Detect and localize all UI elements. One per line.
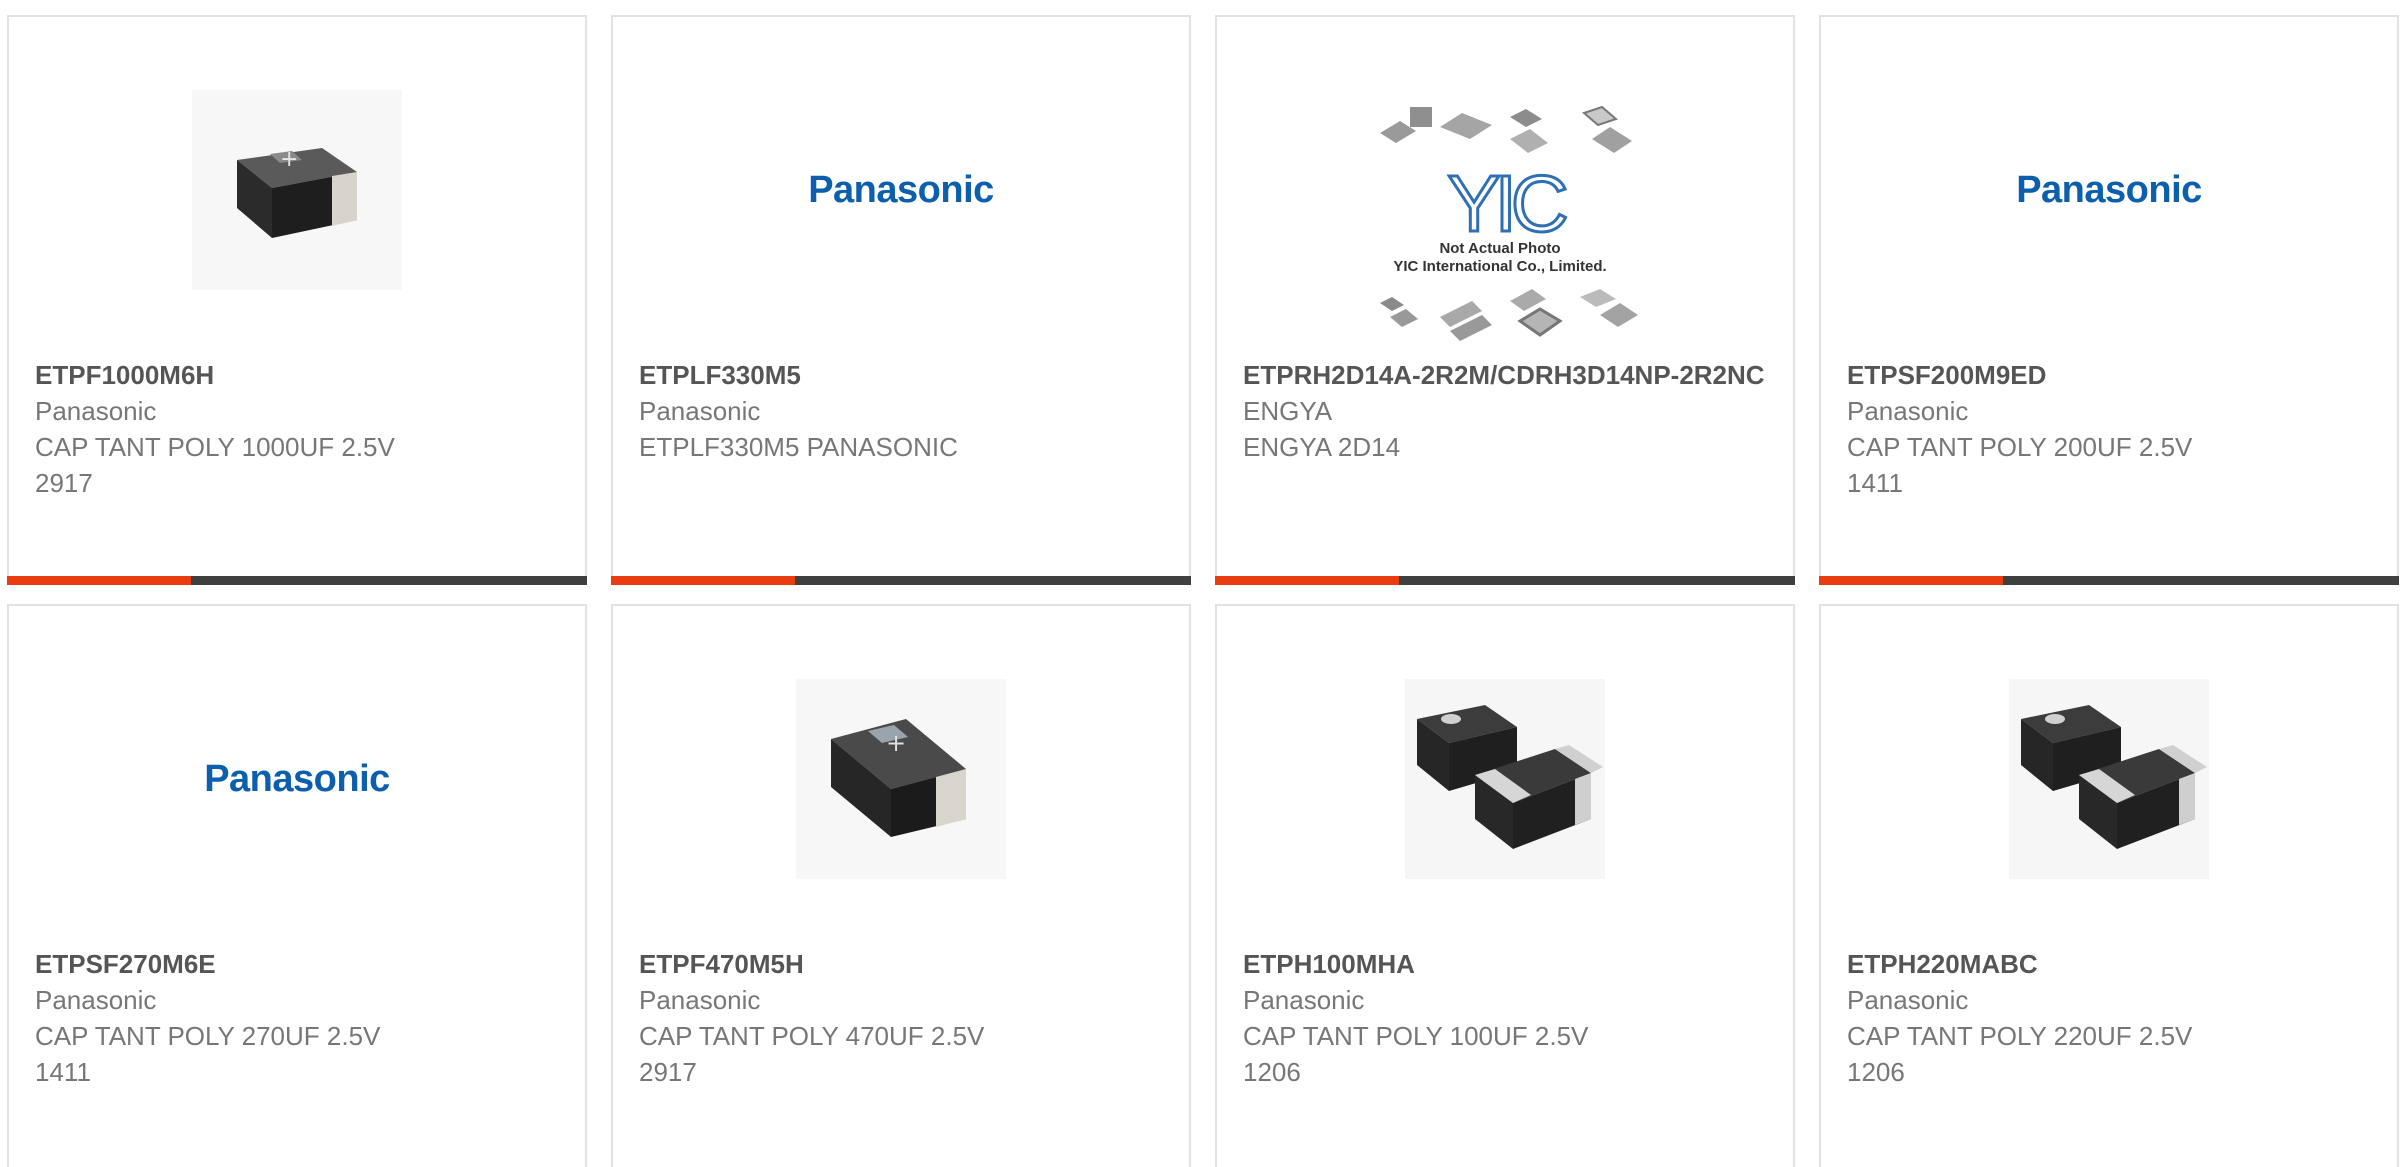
package: 2917 — [35, 468, 93, 498]
package: 1411 — [1847, 468, 1903, 498]
description: ENGYA 2D14 — [1243, 432, 1401, 462]
product-card[interactable]: Panasonic ETPSF200M9ED Panasonic CAP TAN… — [1819, 15, 2399, 585]
panasonic-logo: Panasonic — [2016, 168, 2202, 211]
description: CAP TANT POLY 1000UF 2.5V — [35, 432, 395, 462]
part-number[interactable]: ETPRH2D14A-2R2M/CDRH3D14NP-2R2NC — [1243, 357, 1773, 393]
product-card[interactable]: ETPH100MHA Panasonic CAP TANT POLY 100UF… — [1215, 604, 1795, 1167]
card-footer-bar — [7, 576, 587, 585]
product-card[interactable]: + ETPF1000M6H Panasonic CAP TANT POLY 10… — [7, 15, 587, 585]
manufacturer: Panasonic — [639, 396, 761, 426]
package: 1411 — [35, 1057, 91, 1087]
product-info: ETPH220MABC Panasonic CAP TANT POLY 220U… — [1847, 946, 2377, 1090]
not-actual-photo-icon: YIC Not Actual Photo YIC International C… — [1380, 105, 1638, 341]
part-number[interactable]: ETPSF200M9ED — [1847, 357, 2377, 393]
card-footer-accent — [1819, 576, 2003, 585]
product-info: ETPLF330M5 Panasonic ETPLF330M5 PANASONI… — [639, 357, 1169, 465]
part-number[interactable]: ETPH100MHA — [1243, 946, 1773, 982]
package: 1206 — [1243, 1057, 1301, 1087]
svg-text:+: + — [280, 147, 298, 172]
chip-capacitor-icon — [2009, 679, 2209, 879]
product-info: ETPRH2D14A-2R2M/CDRH3D14NP-2R2NC ENGYA E… — [1243, 357, 1773, 465]
product-info: ETPF470M5H Panasonic CAP TANT POLY 470UF… — [639, 946, 1169, 1090]
tantalum-capacitor-icon: + — [796, 679, 1006, 879]
product-image[interactable]: YIC Not Actual Photo YIC International C… — [1217, 103, 1793, 363]
part-number[interactable]: ETPH220MABC — [1847, 946, 2377, 982]
part-number[interactable]: ETPF470M5H — [639, 946, 1169, 982]
product-image[interactable] — [1821, 674, 2397, 884]
manufacturer: Panasonic — [1243, 985, 1365, 1015]
product-grid: + ETPF1000M6H Panasonic CAP TANT POLY 10… — [0, 0, 2400, 1167]
part-number[interactable]: ETPSF270M6E — [35, 946, 565, 982]
product-card[interactable]: Panasonic ETPLF330M5 Panasonic ETPLF330M… — [611, 15, 1191, 585]
product-info: ETPF1000M6H Panasonic CAP TANT POLY 1000… — [35, 357, 565, 501]
product-image[interactable]: Panasonic — [613, 85, 1189, 295]
part-number[interactable]: ETPF1000M6H — [35, 357, 565, 393]
manufacturer: Panasonic — [639, 985, 761, 1015]
card-footer-bar — [1819, 576, 2399, 585]
package: 2917 — [639, 1057, 697, 1087]
product-info: ETPH100MHA Panasonic CAP TANT POLY 100UF… — [1243, 946, 1773, 1090]
tantalum-capacitor-icon: + — [192, 90, 402, 290]
description: ETPLF330M5 PANASONIC — [639, 432, 958, 462]
product-image[interactable]: Panasonic — [1821, 85, 2397, 295]
card-footer-accent — [611, 576, 795, 585]
chip-capacitor-icon — [1405, 679, 1605, 879]
manufacturer: Panasonic — [1847, 985, 1969, 1015]
svg-text:YIC International Co., Limited: YIC International Co., Limited. — [1393, 258, 1606, 275]
panasonic-logo: Panasonic — [808, 168, 994, 211]
product-card[interactable]: + ETPF470M5H Panasonic CAP TANT POLY 470… — [611, 604, 1191, 1167]
description: CAP TANT POLY 270UF 2.5V — [35, 1021, 381, 1051]
card-footer-accent — [7, 576, 191, 585]
part-number[interactable]: ETPLF330M5 — [639, 357, 1169, 393]
manufacturer: Panasonic — [1847, 396, 1969, 426]
product-info: ETPSF200M9ED Panasonic CAP TANT POLY 200… — [1847, 357, 2377, 501]
package: 1206 — [1847, 1057, 1905, 1087]
svg-text:+: + — [886, 729, 906, 757]
description: CAP TANT POLY 100UF 2.5V — [1243, 1021, 1589, 1051]
manufacturer: Panasonic — [35, 396, 157, 426]
card-footer-bar — [611, 576, 1191, 585]
product-image[interactable]: Panasonic — [9, 674, 585, 884]
description: CAP TANT POLY 200UF 2.5V — [1847, 432, 2193, 462]
product-card[interactable]: Panasonic ETPSF270M6E Panasonic CAP TANT… — [7, 604, 587, 1167]
product-image[interactable]: + — [613, 674, 1189, 884]
panasonic-logo: Panasonic — [204, 757, 390, 800]
manufacturer: Panasonic — [35, 985, 157, 1015]
product-image[interactable] — [1217, 674, 1793, 884]
card-footer-accent — [1215, 576, 1399, 585]
description: CAP TANT POLY 220UF 2.5V — [1847, 1021, 2193, 1051]
product-card[interactable]: YIC Not Actual Photo YIC International C… — [1215, 15, 1795, 585]
product-image[interactable]: + — [9, 85, 585, 295]
product-info: ETPSF270M6E Panasonic CAP TANT POLY 270U… — [35, 946, 565, 1090]
description: CAP TANT POLY 470UF 2.5V — [639, 1021, 985, 1051]
yic-logo: YIC — [1447, 159, 1566, 248]
product-card[interactable]: ETPH220MABC Panasonic CAP TANT POLY 220U… — [1819, 604, 2399, 1167]
svg-text:Not Actual Photo: Not Actual Photo — [1439, 240, 1560, 257]
card-footer-bar — [1215, 576, 1795, 585]
manufacturer: ENGYA — [1243, 396, 1333, 426]
